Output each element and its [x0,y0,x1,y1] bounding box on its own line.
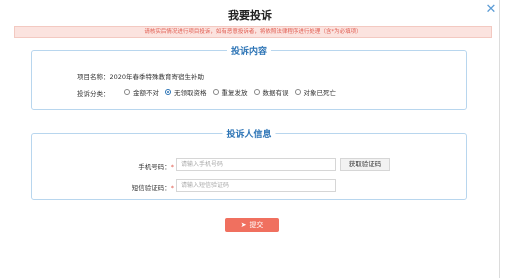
project-label: 项目名称： [77,73,110,81]
complaint-content-legend: 投诉内容 [226,44,272,57]
notice-banner: 请核实后情况进行项目投诉，如有恶意投诉者，将依照法律程序进行处理（含*为必填项） [14,26,492,38]
phone-label: 手机号码：* [138,163,174,171]
required-mark: * [170,184,174,192]
project-row: 项目名称：2020年春季特殊教育寄宿生补助 [77,71,204,81]
complaint-dialog: 我要投诉 ✕ 请核实后情况进行项目投诉，如有恶意投诉者，将依照法律程序进行处理（… [0,0,500,278]
radio-icon [294,89,301,95]
category-option[interactable]: 重复发放 [212,87,248,97]
category-radio-group: 金额不对 无领取资格 重复发放 数据有误 对象已死亡 [124,87,336,97]
get-code-button[interactable]: 获取验证码 [340,158,390,171]
radio-selected-icon [165,89,171,95]
radio-icon [253,89,260,95]
complainant-info-legend: 投诉人信息 [222,127,276,140]
category-option[interactable]: 数据有误 [253,87,289,97]
sms-code-input[interactable]: 请输入短信验证码 [176,179,336,192]
submit-button[interactable]: ➤ 提交 [225,218,279,232]
radio-icon [124,89,130,95]
category-option[interactable]: 金额不对 [124,87,159,97]
phone-input[interactable]: 请输入手机号码 [176,158,336,171]
category-option-selected[interactable]: 无领取资格 [165,87,207,97]
required-mark: * [170,163,174,171]
category-label: 投诉分类： [77,90,110,98]
send-icon: ➤ [240,221,247,229]
dialog-title: 我要投诉 [228,9,272,22]
close-icon[interactable]: ✕ [484,3,498,17]
radio-icon [212,89,219,95]
category-option[interactable]: 对象已死亡 [294,87,336,97]
project-value: 2020年春季特殊教育寄宿生补助 [109,73,205,81]
sms-code-label: 短信验证码：* [131,184,174,192]
